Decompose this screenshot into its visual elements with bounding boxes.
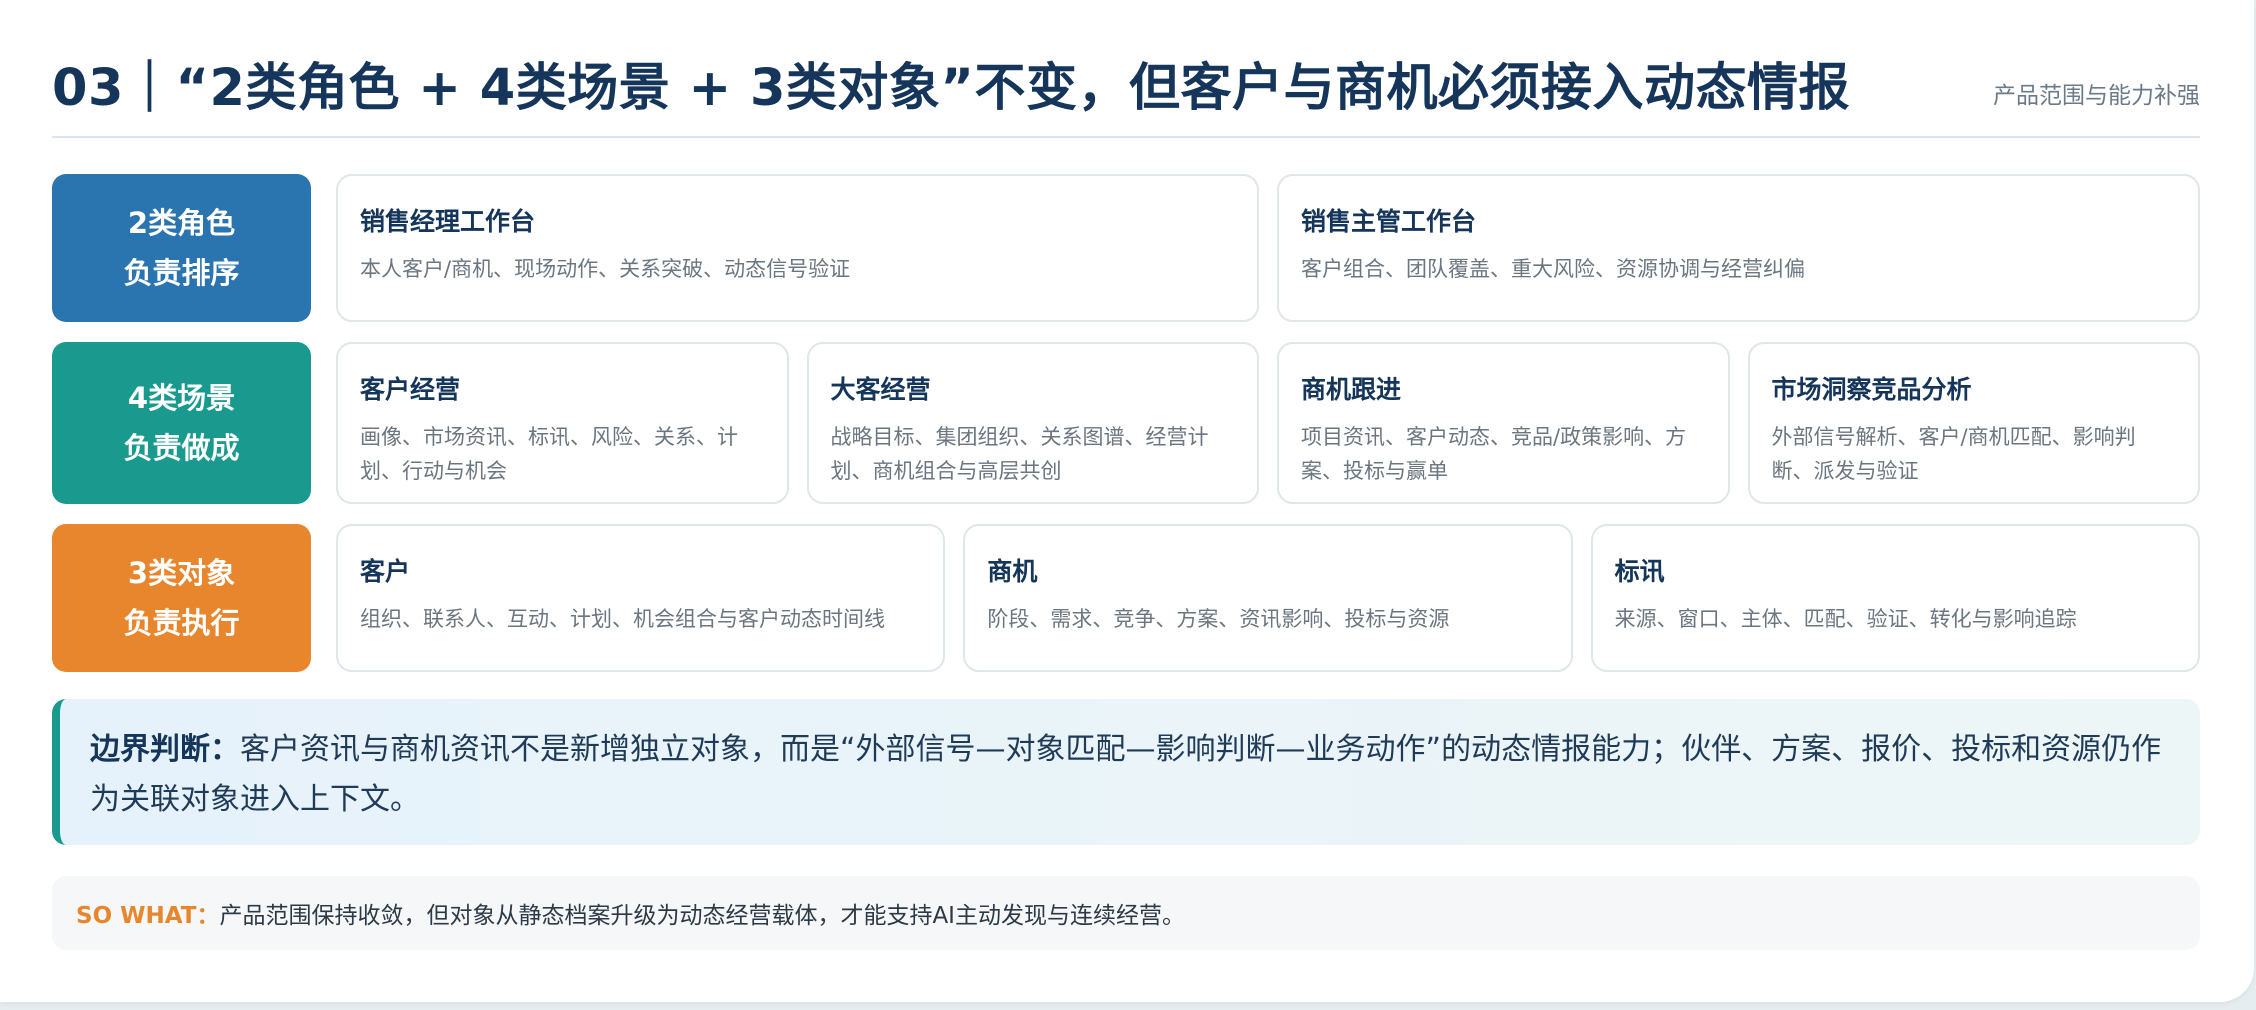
objects-items: 客户 组织、联系人、互动、计划、机会组合与客户动态时间线 商机 阶段、需求、竞争… [336, 524, 2200, 672]
scene-card-customer-ops: 客户经营 画像、市场资讯、标讯、风险、关系、计划、行动与机会 [336, 342, 789, 504]
scene-card-title: 客户经营 [360, 375, 461, 404]
object-card-title: 商机 [987, 557, 1038, 586]
boundary-callout: 边界判断：客户资讯与商机资讯不是新增独立对象，而是“外部信号—对象匹配—影响判断… [52, 699, 2200, 845]
page-title: 03｜“2类角色 + 4类场景 + 3类对象”不变，但客户与商机必须接入动态情报 [52, 59, 1850, 118]
scene-card-opportunity-followup: 商机跟进 项目资讯、客户动态、竞品/政策影响、方案、投标与赢单 [1277, 342, 1730, 504]
object-card-desc: 组织、联系人、互动、计划、机会组合与客户动态时间线 [360, 607, 885, 631]
scenes-label: 4类场景 负责做成 [52, 342, 311, 504]
scenes-label-line2: 负责做成 [123, 431, 240, 465]
object-card-title: 客户 [360, 557, 411, 586]
object-card-title: 标讯 [1614, 557, 1665, 586]
role-card-title: 销售经理工作台 [360, 207, 536, 236]
role-card-title: 销售主管工作台 [1301, 207, 1477, 236]
page-subtitle: 产品范围与能力补强 [1993, 83, 2200, 109]
slide-card: 03｜“2类角色 + 4类场景 + 3类对象”不变，但客户与商机必须接入动态情报… [0, 0, 2254, 1002]
roles-label-line2: 负责排序 [123, 256, 240, 290]
object-card-tender: 标讯 来源、窗口、主体、匹配、验证、转化与影响追踪 [1590, 524, 2200, 672]
so-what-text: 产品范围保持收敛，但对象从静态档案升级为动态经营载体，才能支持AI主动发现与连续… [219, 903, 1185, 929]
scene-card-desc: 外部信号解析、客户/商机匹配、影响判断、派发与验证 [1771, 425, 2136, 483]
roles-row: 2类角色 负责排序 销售经理工作台 本人客户/商机、现场动作、关系突破、动态信号… [52, 174, 2200, 322]
object-card-desc: 来源、窗口、主体、匹配、验证、转化与影响追踪 [1614, 607, 2077, 631]
scenes-label-line1: 4类场景 [127, 381, 236, 415]
boundary-text: 客户资讯与商机资讯不是新增独立对象，而是“外部信号—对象匹配—影响判断—业务动作… [90, 732, 2162, 817]
scene-card-desc: 画像、市场资讯、标讯、风险、关系、计划、行动与机会 [360, 425, 738, 483]
scene-card-title: 市场洞察竞品分析 [1771, 375, 1972, 404]
scene-card-title: 商机跟进 [1301, 375, 1402, 404]
roles-label: 2类角色 负责排序 [52, 174, 311, 322]
scene-card-key-account-ops: 大客经营 战略目标、集团组织、关系图谱、经营计划、商机组合与高层共创 [806, 342, 1259, 504]
roles-label-line1: 2类角色 [127, 206, 236, 240]
boundary-key: 边界判断： [90, 732, 240, 767]
scene-card-market-insight: 市场洞察竞品分析 外部信号解析、客户/商机匹配、影响判断、派发与验证 [1747, 342, 2200, 504]
so-what-key: SO WHAT： [76, 903, 220, 929]
scenes-items: 客户经营 画像、市场资讯、标讯、风险、关系、计划、行动与机会 大客经营 战略目标… [336, 342, 2200, 504]
scene-card-title: 大客经营 [830, 375, 931, 404]
objects-label-line2: 负责执行 [123, 606, 240, 640]
objects-row: 3类对象 负责执行 客户 组织、联系人、互动、计划、机会组合与客户动态时间线 商… [52, 524, 2200, 672]
object-card-opportunity: 商机 阶段、需求、竞争、方案、资讯影响、投标与资源 [963, 524, 1573, 672]
scenes-row: 4类场景 负责做成 客户经营 画像、市场资讯、标讯、风险、关系、计划、行动与机会… [52, 342, 2200, 504]
object-card-customer: 客户 组织、联系人、互动、计划、机会组合与客户动态时间线 [336, 524, 946, 672]
role-card-sales-supervisor: 销售主管工作台 客户组合、团队覆盖、重大风险、资源协调与经营纠偏 [1277, 174, 2200, 322]
scene-card-desc: 战略目标、集团组织、关系图谱、经营计划、商机组合与高层共创 [830, 425, 1209, 483]
object-card-desc: 阶段、需求、竞争、方案、资讯影响、投标与资源 [987, 607, 1450, 631]
objects-label: 3类对象 负责执行 [52, 524, 311, 672]
so-what-note: SO WHAT： 产品范围保持收敛，但对象从静态档案升级为动态经营载体，才能支持A… [52, 876, 2200, 950]
scene-card-desc: 项目资讯、客户动态、竞品/政策影响、方案、投标与赢单 [1301, 425, 1687, 483]
objects-label-line1: 3类对象 [127, 556, 236, 590]
role-card-desc: 客户组合、团队覆盖、重大风险、资源协调与经营纠偏 [1301, 257, 1805, 281]
roles-items: 销售经理工作台 本人客户/商机、现场动作、关系突破、动态信号验证 销售主管工作台… [336, 174, 2200, 322]
role-card-desc: 本人客户/商机、现场动作、关系突破、动态信号验证 [360, 257, 851, 281]
role-card-sales-manager: 销售经理工作台 本人客户/商机、现场动作、关系突破、动态信号验证 [336, 174, 1259, 322]
slide-header: 03｜“2类角色 + 4类场景 + 3类对象”不变，但客户与商机必须接入动态情报… [52, 46, 2200, 138]
